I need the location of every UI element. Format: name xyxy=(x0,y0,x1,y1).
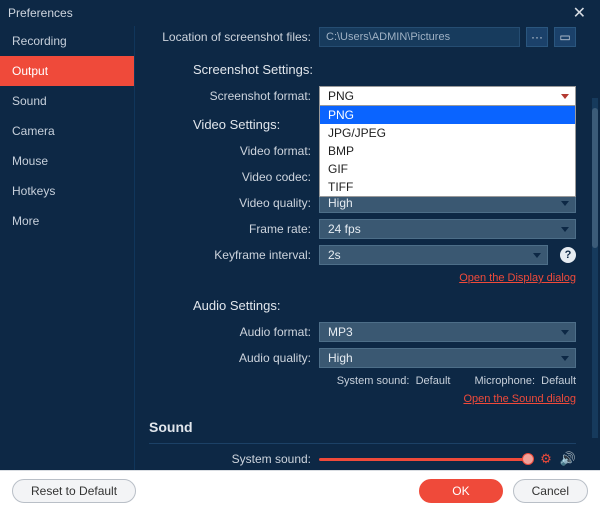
audio-format-value: MP3 xyxy=(328,325,353,339)
open-sound-dialog-link[interactable]: Open the Sound dialog xyxy=(463,393,576,405)
screenshot-settings-heading: Screenshot Settings: xyxy=(193,62,576,77)
reset-button[interactable]: Reset to Default xyxy=(12,479,136,503)
frame-rate-label: Frame rate: xyxy=(149,222,319,236)
video-quality-value: High xyxy=(328,196,353,210)
audio-settings-heading: Audio Settings: xyxy=(193,298,576,313)
video-quality-label: Video quality: xyxy=(149,196,319,210)
browse-button[interactable]: ··· xyxy=(526,27,548,47)
screenshot-location-path[interactable]: C:\Users\ADMIN\Pictures xyxy=(319,27,520,47)
chevron-down-icon xyxy=(561,201,569,206)
microphone-info: Microphone: Default xyxy=(474,375,576,387)
sidebar: Recording Output Sound Camera Mouse Hotk… xyxy=(0,26,135,470)
screenshot-format-value: PNG xyxy=(328,89,354,103)
sound-section-heading: Sound xyxy=(149,419,576,435)
footer: Reset to Default OK Cancel xyxy=(0,470,600,510)
window-title: Preferences xyxy=(8,6,73,20)
chevron-down-icon xyxy=(561,94,569,99)
frame-rate-value: 24 fps xyxy=(328,222,361,236)
cancel-button[interactable]: Cancel xyxy=(513,479,588,503)
format-option-jpg[interactable]: JPG/JPEG xyxy=(320,124,575,142)
audio-quality-value: High xyxy=(328,351,353,365)
system-sound-info: System sound: Default xyxy=(337,375,451,387)
keyframe-value: 2s xyxy=(328,248,341,262)
format-option-bmp[interactable]: BMP xyxy=(320,142,575,160)
keyframe-label: Keyframe interval: xyxy=(149,248,319,262)
video-codec-label: Video codec: xyxy=(149,170,319,184)
speaker-icon[interactable]: 🔊 xyxy=(560,451,576,467)
titlebar: Preferences ✕ xyxy=(0,0,600,26)
sidebar-item-recording[interactable]: Recording xyxy=(0,26,134,56)
system-sound-label: System sound: xyxy=(149,452,319,466)
sidebar-item-mouse[interactable]: Mouse xyxy=(0,146,134,176)
chevron-down-icon xyxy=(561,330,569,335)
sidebar-item-camera[interactable]: Camera xyxy=(0,116,134,146)
slider-thumb[interactable] xyxy=(522,453,534,465)
divider xyxy=(149,443,576,444)
sidebar-item-output[interactable]: Output xyxy=(0,56,134,86)
open-display-dialog-link[interactable]: Open the Display dialog xyxy=(459,272,576,284)
keyframe-select[interactable]: 2s xyxy=(319,245,548,265)
sidebar-item-more[interactable]: More xyxy=(0,206,134,236)
help-icon[interactable]: ? xyxy=(560,247,576,263)
audio-format-select[interactable]: MP3 xyxy=(319,322,576,342)
video-format-label: Video format: xyxy=(149,144,319,158)
sidebar-item-sound[interactable]: Sound xyxy=(0,86,134,116)
frame-rate-select[interactable]: 24 fps xyxy=(319,219,576,239)
format-option-tiff[interactable]: TIFF xyxy=(320,178,575,196)
audio-format-label: Audio format: xyxy=(149,325,319,339)
gear-icon[interactable]: ⚙ xyxy=(540,451,552,467)
folder-icon: ▭ xyxy=(559,30,570,44)
format-option-gif[interactable]: GIF xyxy=(320,160,575,178)
screenshot-format-label: Screenshot format: xyxy=(149,89,319,103)
audio-quality-label: Audio quality: xyxy=(149,351,319,365)
screenshot-format-dropdown: PNG JPG/JPEG BMP GIF TIFF xyxy=(319,106,576,197)
close-icon[interactable]: ✕ xyxy=(567,3,592,23)
chevron-down-icon xyxy=(533,253,541,258)
audio-quality-select[interactable]: High xyxy=(319,348,576,368)
screenshot-location-label: Location of screenshot files: xyxy=(149,30,319,44)
system-sound-slider[interactable] xyxy=(319,458,530,461)
scrollbar-thumb[interactable] xyxy=(592,108,598,248)
ellipsis-icon: ··· xyxy=(531,30,543,44)
open-folder-button[interactable]: ▭ xyxy=(554,27,576,47)
ok-button[interactable]: OK xyxy=(419,479,502,503)
chevron-down-icon xyxy=(561,356,569,361)
format-option-png[interactable]: PNG xyxy=(320,106,575,124)
screenshot-format-select[interactable]: PNG PNG JPG/JPEG BMP GIF TIFF xyxy=(319,86,576,106)
chevron-down-icon xyxy=(561,227,569,232)
sidebar-item-hotkeys[interactable]: Hotkeys xyxy=(0,176,134,206)
scrollbar[interactable] xyxy=(592,98,598,438)
